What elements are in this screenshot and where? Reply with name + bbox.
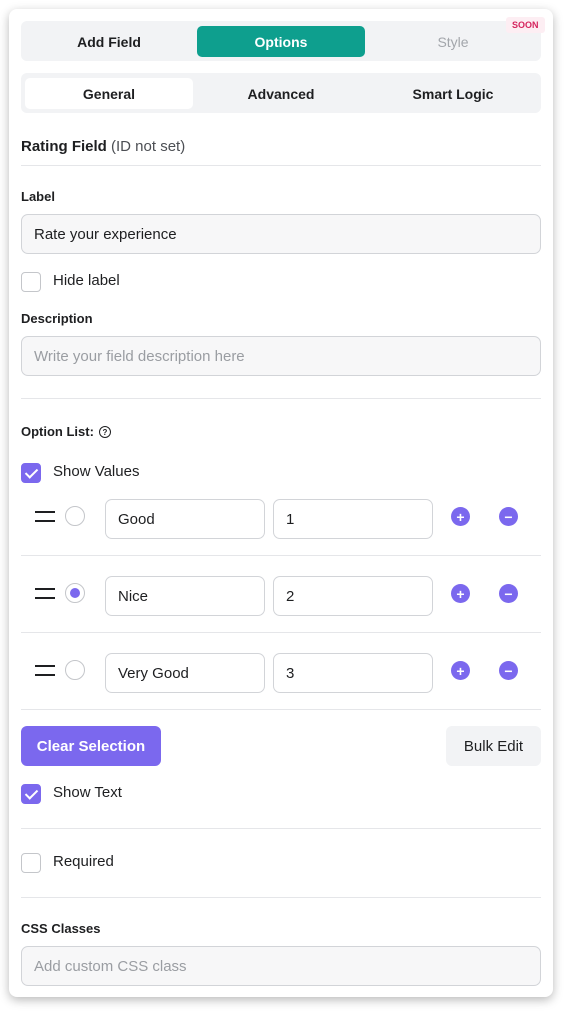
divider	[21, 897, 541, 898]
divider	[21, 632, 541, 633]
soon-badge: SOON	[506, 17, 545, 33]
drag-handle-icon[interactable]	[35, 665, 55, 677]
option-value-input[interactable]: 2	[273, 576, 433, 616]
label-field-label: Label	[21, 189, 55, 204]
field-settings-panel: Add Field Options Style SOON General Adv…	[9, 9, 553, 997]
divider	[21, 165, 541, 166]
option-default-radio[interactable]	[65, 583, 85, 603]
label-input[interactable]: Rate your experience	[21, 214, 541, 254]
field-id-note: (ID not set)	[111, 138, 186, 155]
drag-handle-icon[interactable]	[35, 588, 55, 600]
css-classes-input[interactable]: Add custom CSS class	[21, 946, 541, 986]
tab-general[interactable]: General	[25, 78, 193, 109]
top-tab-bar: Add Field Options Style	[21, 21, 541, 61]
add-option-button[interactable]: +	[451, 661, 470, 680]
show-values-text: Show Values	[53, 463, 140, 480]
divider	[21, 828, 541, 829]
question-circle-icon[interactable]: ?	[99, 426, 111, 438]
option-label-input[interactable]: Very Good	[105, 653, 265, 693]
description-label: Description	[21, 311, 93, 326]
divider	[21, 555, 541, 556]
tab-add-field[interactable]: Add Field	[25, 26, 193, 57]
option-list-label: Option List:	[21, 424, 94, 439]
option-value-input[interactable]: 1	[273, 499, 433, 539]
tab-options[interactable]: Options	[197, 26, 365, 57]
show-values-checkbox[interactable]	[21, 463, 41, 483]
remove-option-button[interactable]: −	[499, 507, 518, 526]
divider	[21, 709, 541, 710]
sub-tab-bar: General Advanced Smart Logic	[21, 73, 541, 113]
hide-label-checkbox[interactable]	[21, 272, 41, 292]
bulk-edit-button[interactable]: Bulk Edit	[446, 726, 541, 766]
divider	[21, 398, 541, 399]
add-option-button[interactable]: +	[451, 507, 470, 526]
tab-advanced[interactable]: Advanced	[197, 78, 365, 109]
field-title: Rating Field (ID not set)	[21, 138, 185, 155]
hide-label-text: Hide label	[53, 272, 120, 289]
drag-handle-icon[interactable]	[35, 511, 55, 523]
remove-option-button[interactable]: −	[499, 661, 518, 680]
show-text-label: Show Text	[53, 784, 122, 801]
clear-selection-button[interactable]: Clear Selection	[21, 726, 161, 766]
show-text-checkbox[interactable]	[21, 784, 41, 804]
option-default-radio[interactable]	[65, 506, 85, 526]
tab-smart-logic[interactable]: Smart Logic	[369, 78, 537, 109]
add-option-button[interactable]: +	[451, 584, 470, 603]
remove-option-button[interactable]: −	[499, 584, 518, 603]
option-value-input[interactable]: 3	[273, 653, 433, 693]
option-default-radio[interactable]	[65, 660, 85, 680]
required-label: Required	[53, 853, 114, 870]
description-input[interactable]: Write your field description here	[21, 336, 541, 376]
field-type-name: Rating Field	[21, 138, 107, 155]
css-classes-label: CSS Classes	[21, 921, 101, 936]
option-label-input[interactable]: Nice	[105, 576, 265, 616]
required-checkbox[interactable]	[21, 853, 41, 873]
option-label-input[interactable]: Good	[105, 499, 265, 539]
